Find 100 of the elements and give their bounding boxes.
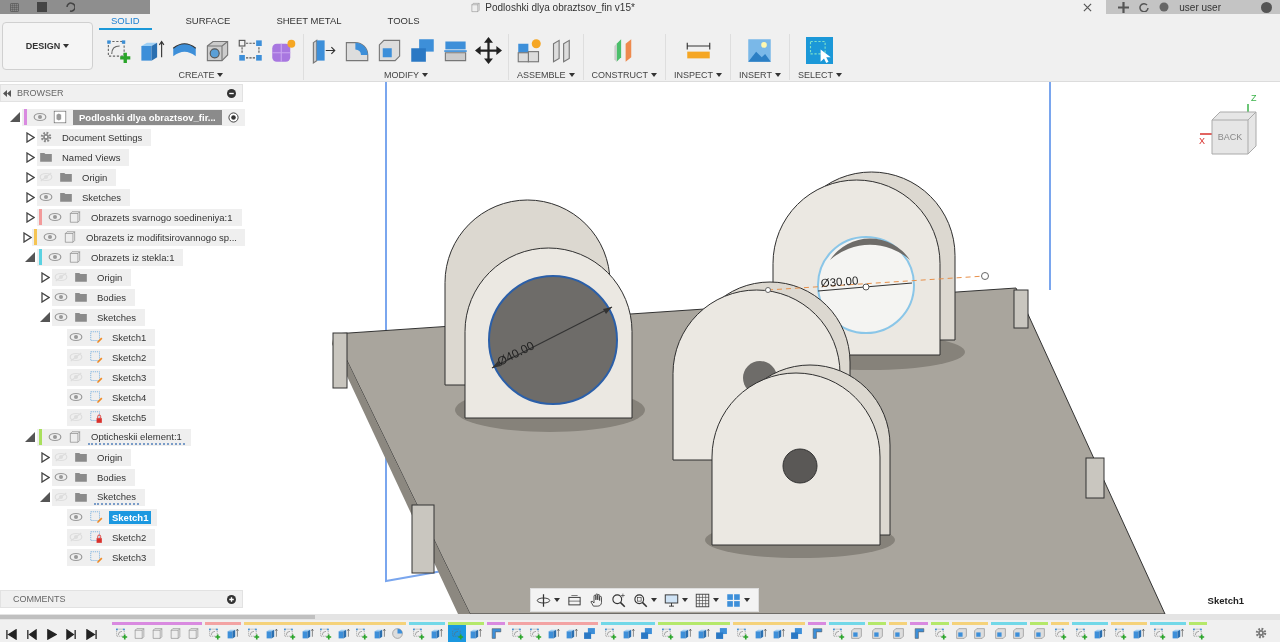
collapsed-triangle-icon[interactable]: [25, 191, 35, 203]
collapsed-triangle-icon[interactable]: [40, 291, 50, 303]
tab[interactable]: SOLID: [99, 15, 152, 30]
tree-item[interactable]: Named Views: [37, 148, 130, 166]
minus-circle-icon[interactable]: [227, 88, 236, 98]
tree-item[interactable]: Bodies: [52, 288, 136, 306]
first-icon[interactable]: [6, 628, 17, 640]
eye-icon[interactable]: [48, 252, 62, 262]
tree-item-label[interactable]: Sketch3: [109, 370, 150, 384]
menu-button[interactable]: CREATE: [176, 70, 226, 80]
tree-item[interactable]: Sketch3: [67, 548, 156, 566]
eye-icon[interactable]: [43, 232, 57, 242]
tree-item-label[interactable]: Sketches: [79, 190, 125, 204]
previous-icon[interactable]: [26, 628, 37, 640]
image-icon[interactable]: [746, 36, 774, 64]
dimension-label[interactable]: Ø30.00: [820, 274, 859, 289]
orbit-button[interactable]: [536, 592, 560, 608]
tree-item[interactable]: Sketch2: [67, 348, 156, 366]
tree-item-label[interactable]: Sketch4: [109, 390, 150, 404]
plus-circle-icon[interactable]: [227, 594, 236, 604]
monitor-button[interactable]: [664, 592, 688, 608]
settings-icon[interactable]: [1254, 626, 1268, 640]
tree-item[interactable]: Sketch2: [67, 528, 156, 546]
scrollbar[interactable]: [0, 615, 315, 619]
expanded-triangle-icon[interactable]: [10, 112, 20, 122]
menu-button[interactable]: SELECT: [795, 70, 844, 80]
eye-icon[interactable]: [69, 392, 83, 402]
tree-item-label[interactable]: Bodies: [94, 290, 130, 304]
expanded-triangle-icon[interactable]: [40, 312, 50, 322]
menu-button[interactable]: ASSEMBLE: [515, 70, 577, 80]
tree-item-label[interactable]: Obrazets iz modifitsirovannogo sp...: [83, 230, 240, 244]
collapsed-triangle-icon[interactable]: [23, 231, 32, 243]
tab[interactable]: TOOLS: [375, 15, 432, 30]
record-icon[interactable]: [1159, 2, 1170, 12]
tree-item-label[interactable]: Named Views: [59, 150, 124, 164]
eye-icon[interactable]: [69, 332, 83, 342]
menu-button[interactable]: INSPECT: [672, 70, 725, 80]
last-icon[interactable]: [86, 628, 97, 640]
tree-item-label[interactable]: Origin: [79, 170, 111, 184]
expanded-triangle-icon[interactable]: [25, 252, 35, 262]
sketch-point[interactable]: [765, 287, 771, 293]
undo-icon[interactable]: [65, 2, 75, 12]
tree-item[interactable]: Sketches: [52, 308, 146, 326]
grid-button[interactable]: [695, 592, 719, 608]
tree-item[interactable]: Opticheskii element:1: [37, 428, 191, 446]
collapsed-triangle-icon[interactable]: [25, 211, 35, 223]
eye-icon[interactable]: [69, 512, 83, 522]
collapsed-triangle-icon[interactable]: [25, 151, 35, 163]
collapse-panel-icon[interactable]: [3, 89, 11, 97]
expanded-triangle-icon[interactable]: [25, 432, 35, 442]
tab[interactable]: SHEET METAL: [264, 15, 354, 30]
tree-item-label[interactable]: Bodies: [94, 470, 130, 484]
tree-item-label[interactable]: Sketch1: [109, 330, 150, 344]
tree-item[interactable]: Origin: [52, 268, 132, 286]
zoom-button[interactable]: [611, 592, 626, 608]
collapsed-triangle-icon[interactable]: [25, 131, 35, 143]
menu-button[interactable]: MODIFY: [382, 70, 430, 80]
tree-item-label[interactable]: Opticheskii element:1: [88, 429, 185, 445]
collapsed-triangle-icon[interactable]: [40, 471, 50, 483]
eye-icon[interactable]: [33, 112, 47, 122]
zoom-window-button[interactable]: [633, 592, 657, 608]
menu-button[interactable]: CONSTRUCT: [589, 70, 660, 80]
tree-item-label[interactable]: Sketches: [94, 310, 140, 324]
tree-item-label[interactable]: Sketches: [94, 489, 140, 505]
tree-item[interactable]: Origin: [37, 168, 117, 186]
move-icon[interactable]: [475, 36, 502, 64]
tree-item[interactable]: Document Settings: [37, 128, 152, 146]
tree-item-label[interactable]: Document Settings: [59, 130, 146, 144]
close-icon[interactable]: [1083, 2, 1093, 12]
select-icon[interactable]: [806, 36, 834, 64]
eye-icon[interactable]: [48, 432, 62, 442]
tree-item-label[interactable]: Sketch5: [109, 410, 150, 424]
view-cube[interactable]: BACK Z X: [1198, 90, 1262, 162]
help-icon[interactable]: [1261, 1, 1272, 13]
collapsed-triangle-icon[interactable]: [25, 171, 35, 183]
activate-radio-icon[interactable]: [227, 111, 239, 123]
plus-icon[interactable]: [1118, 1, 1130, 13]
viewports-button[interactable]: [726, 592, 750, 608]
tab[interactable]: SURFACE: [173, 15, 243, 30]
tree-item[interactable]: Sketch5: [67, 408, 156, 426]
user-name[interactable]: user user: [1179, 1, 1221, 13]
tree-item[interactable]: Origin: [52, 448, 132, 466]
tree-item[interactable]: Obrazets iz stekla:1: [37, 248, 184, 266]
cubes-star-icon[interactable]: [515, 36, 543, 64]
tree-item[interactable]: Bodies: [52, 468, 136, 486]
two-cubes-icon[interactable]: [409, 36, 436, 64]
sketch-point[interactable]: [981, 272, 989, 280]
tree-item[interactable]: Sketch3: [67, 368, 156, 386]
play-icon[interactable]: [46, 628, 57, 640]
eye-icon[interactable]: [69, 552, 83, 562]
pan-button[interactable]: [589, 592, 604, 608]
tree-item-label[interactable]: Origin: [94, 270, 126, 284]
eye-icon[interactable]: [48, 212, 62, 222]
expanded-triangle-icon[interactable]: [40, 492, 50, 502]
tree-item[interactable]: Obrazets iz modifitsirovannogo sp...: [32, 228, 246, 246]
look-at-button[interactable]: [567, 592, 582, 608]
tree-item-label[interactable]: Sketch3: [109, 550, 150, 564]
tree-item-label[interactable]: Obrazets iz stekla:1: [88, 250, 178, 264]
tree-item-label[interactable]: Origin: [94, 450, 126, 464]
workspace-button[interactable]: DESIGN: [2, 22, 93, 70]
